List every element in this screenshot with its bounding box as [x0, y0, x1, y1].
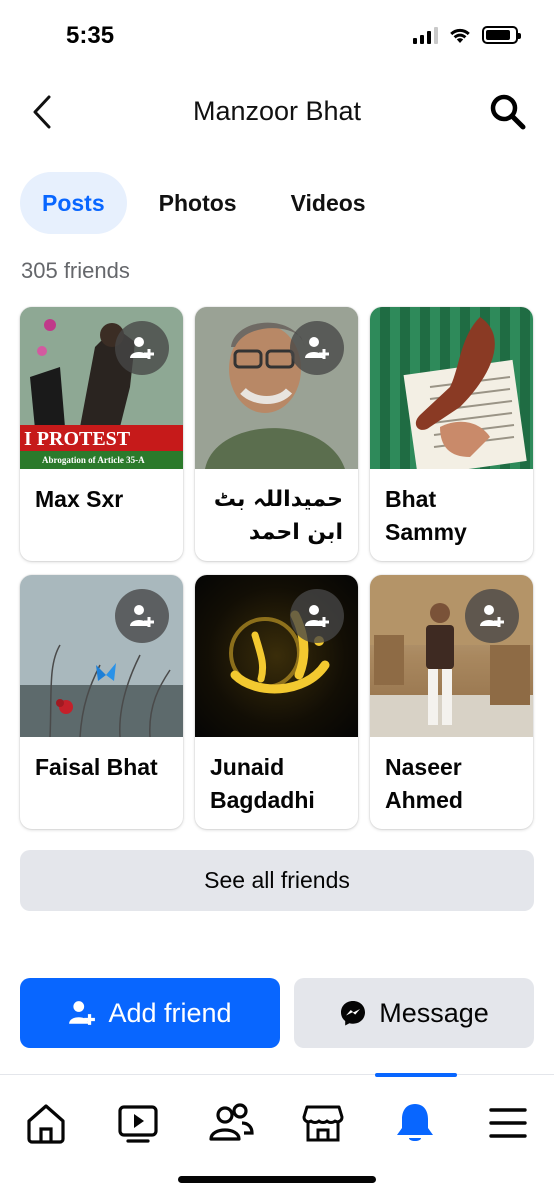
profile-header: Manzoor Bhat [0, 80, 554, 146]
status-bar: 5:35 [0, 0, 554, 72]
add-friend-button[interactable]: Add friend [20, 978, 280, 1048]
friend-name: Junaid Bagdadhi [210, 754, 315, 813]
page-title: Manzoor Bhat [192, 96, 362, 126]
search-button[interactable] [488, 92, 528, 132]
tab-photos[interactable]: Photos [137, 172, 259, 234]
marketplace-icon [302, 1105, 344, 1142]
poster-title: I PROTEST [24, 428, 131, 450]
status-icons [413, 26, 521, 44]
nav-home[interactable] [18, 1097, 74, 1149]
status-time: 5:35 [66, 22, 115, 49]
friends-grid: I PROTEST Abrogation of Article 35-A Max… [20, 307, 534, 829]
poster-subtitle: Abrogation of Article 35-A [42, 455, 145, 465]
friend-name: Faisal Bhat [35, 754, 158, 780]
nav-friends[interactable] [203, 1097, 259, 1149]
add-friend-chip[interactable] [290, 321, 344, 375]
add-person-icon [305, 337, 329, 359]
friend-name: Max Sxr [35, 486, 124, 512]
see-all-friends-button[interactable]: See all friends [20, 850, 534, 911]
friend-card[interactable]: Faisal Bhat [20, 575, 183, 829]
tab-videos[interactable]: Videos [269, 172, 388, 234]
friend-card[interactable]: حمیداللہ بٹ ابن احمد [195, 307, 358, 561]
friend-card[interactable]: Naseer Ahmed [370, 575, 533, 829]
friend-photo [195, 575, 358, 737]
friend-photo: I PROTEST Abrogation of Article 35-A [20, 307, 183, 469]
active-tab-indicator [375, 1073, 457, 1077]
friend-photo [195, 307, 358, 469]
add-person-icon [480, 605, 504, 627]
friends-icon [209, 1103, 254, 1141]
message-label: Message [379, 997, 489, 1028]
message-button[interactable]: Message [294, 978, 534, 1048]
nav-video[interactable] [110, 1097, 166, 1149]
add-friend-chip[interactable] [115, 589, 169, 643]
friend-name: Naseer Ahmed [385, 754, 463, 813]
friend-name: Bhat Sammy [385, 486, 467, 545]
nav-notifications[interactable] [387, 1097, 443, 1149]
friend-count: 305 friends [21, 258, 130, 283]
add-friend-chip[interactable] [465, 589, 519, 643]
henna-hand-graphic [403, 317, 527, 469]
menu-icon [489, 1108, 527, 1138]
add-person-icon [130, 605, 154, 627]
add-friend-chip[interactable] [290, 589, 344, 643]
home-icon [27, 1104, 65, 1144]
friend-name: حمیداللہ بٹ ابن احمد [213, 487, 343, 545]
home-indicator [178, 1176, 376, 1183]
messenger-icon [341, 1001, 366, 1026]
nav-marketplace[interactable] [295, 1097, 351, 1149]
cellular-signal-icon [413, 26, 438, 44]
add-friend-label: Add friend [108, 997, 232, 1028]
friend-card[interactable]: I PROTEST Abrogation of Article 35-A Max… [20, 307, 183, 561]
add-person-icon [69, 1001, 96, 1025]
add-friend-chip[interactable] [115, 321, 169, 375]
profile-actions: Add friend Message [20, 978, 534, 1048]
add-person-icon [305, 605, 329, 627]
search-icon [490, 94, 526, 130]
friend-card[interactable]: Junaid Bagdadhi [195, 575, 358, 829]
nav-menu[interactable] [480, 1097, 536, 1149]
video-icon [118, 1105, 158, 1143]
tab-posts[interactable]: Posts [20, 172, 127, 234]
friend-card[interactable]: Bhat Sammy [370, 307, 533, 561]
notifications-icon [397, 1104, 433, 1141]
wifi-icon [450, 28, 470, 43]
friend-photo [20, 575, 183, 737]
battery-icon [482, 26, 521, 44]
add-person-icon [130, 337, 154, 359]
profile-tabs: Posts Photos Videos [20, 172, 388, 234]
friend-photo [370, 307, 533, 469]
friend-photo [370, 575, 533, 737]
